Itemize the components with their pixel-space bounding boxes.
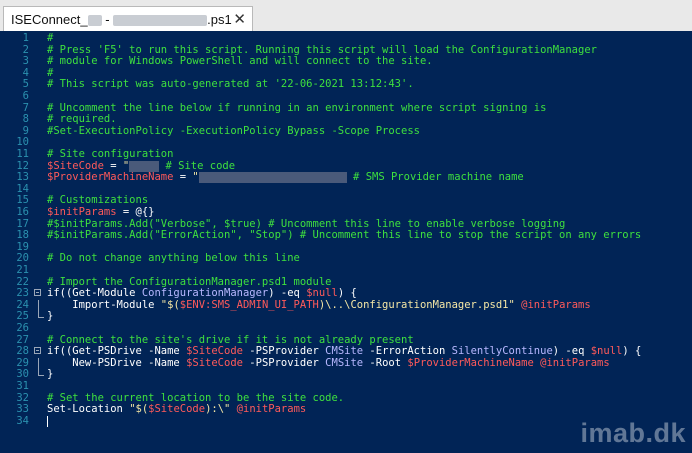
- fold-guide: [38, 311, 44, 319]
- line-number: 11: [16, 148, 29, 160]
- code-line: #: [47, 32, 54, 44]
- tab-script[interactable]: ISEConnect_xx - xxxxxxxx.ps1 ✕: [3, 6, 253, 31]
- line-number: 16: [16, 206, 29, 218]
- code-line: New-PSDrive -Name $SiteCode -PSProvider …: [47, 356, 610, 369]
- code-line: }: [47, 368, 54, 381]
- collapse-icon[interactable]: [34, 289, 41, 297]
- code-editor[interactable]: 1 # 2 # Press 'F5' to run this script. Run…: [0, 31, 692, 453]
- code-line: Set-Location "$($SiteCode):\" @initParam…: [47, 403, 307, 416]
- code-line: # Uncomment the line below if running in…: [47, 101, 547, 114]
- close-icon[interactable]: ✕: [233, 10, 246, 28]
- collapse-icon[interactable]: [34, 347, 41, 355]
- line-number: 1: [22, 32, 29, 44]
- line-number: 31: [16, 380, 29, 392]
- line-number: 6: [22, 90, 29, 102]
- code-line: $ProviderMachineName = "xxxxxxxxxxxxxxx …: [47, 171, 524, 184]
- code-line: Import-Module "$($ENV:SMS_ADMIN_UI_PATH)…: [47, 298, 591, 311]
- fold-guide: [38, 369, 44, 377]
- code-line: # Do not change anything below this line: [47, 252, 300, 265]
- fold-guide: [38, 357, 44, 370]
- code-line: #Set-ExecutionPolicy -ExecutionPolicy By…: [47, 124, 420, 137]
- redacted-text: xxxxxxxxxxxxxxx: [198, 172, 347, 184]
- code-line: }: [47, 310, 54, 323]
- line-number: 26: [16, 322, 29, 334]
- fold-guide: [38, 299, 44, 312]
- redacted-text: xxx: [129, 160, 160, 172]
- code-line: $initParams = @{}: [47, 206, 155, 218]
- redacted-text: xxxxxxxx: [113, 15, 208, 27]
- tab-bar: ISEConnect_xx - xxxxxxxx.ps1 ✕: [0, 0, 692, 31]
- code-line: # module for Windows PowerShell and will…: [47, 55, 433, 68]
- tab-title: ISEConnect_xx - xxxxxxxx.ps1: [11, 12, 232, 27]
- text-cursor: [47, 415, 48, 427]
- code-line: #$initParams.Add("ErrorAction", "Stop") …: [47, 229, 642, 242]
- watermark-logo: imab.dk: [580, 418, 686, 448]
- redacted-text: xx: [87, 15, 102, 27]
- line-number: 34: [16, 414, 29, 427]
- line-number: 21: [16, 264, 29, 276]
- code-line: # This script was auto-generated at '22-…: [47, 78, 414, 91]
